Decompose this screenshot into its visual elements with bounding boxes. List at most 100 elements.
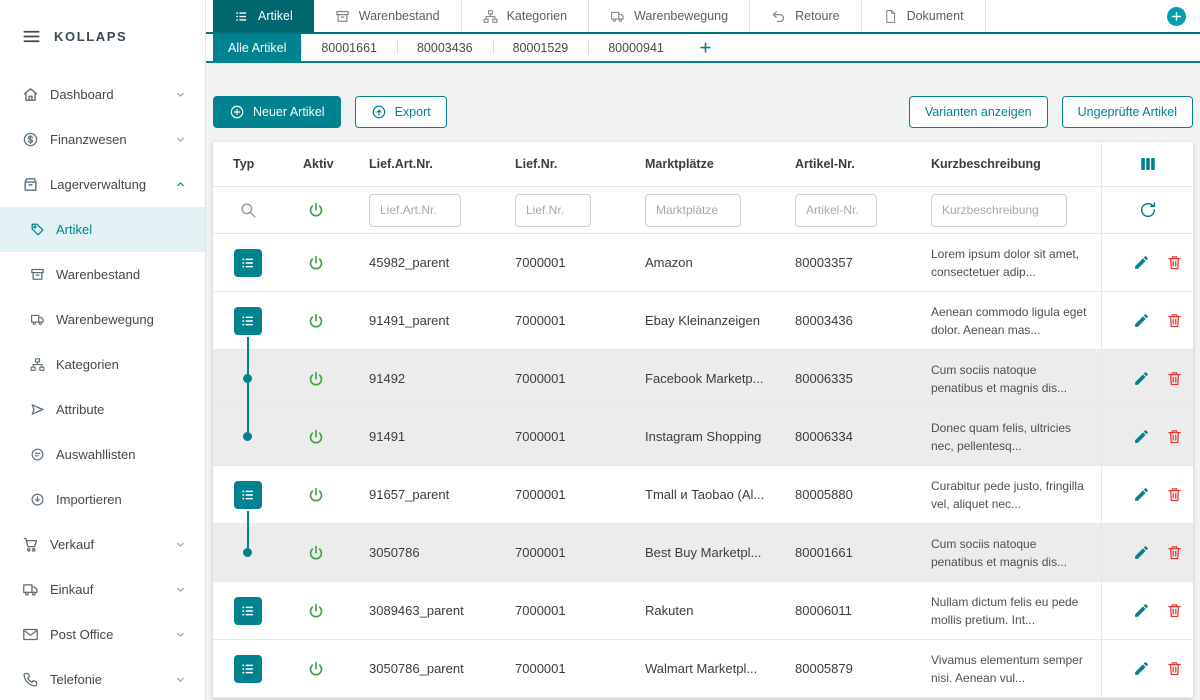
sidebar-item-dashboard[interactable]: Dashboard bbox=[0, 72, 205, 117]
delete-icon[interactable] bbox=[1166, 486, 1183, 503]
sidebar-nav: Dashboard Finanzwesen Lagerverwaltung Ar… bbox=[0, 72, 205, 700]
tab-label: Dokument bbox=[907, 9, 964, 23]
inventory-icon bbox=[335, 9, 350, 24]
edit-icon[interactable] bbox=[1133, 544, 1150, 561]
table-row[interactable]: 3050786 7000001 Best Buy Marketpl... 800… bbox=[213, 524, 1193, 582]
active-status-icon[interactable] bbox=[307, 602, 325, 620]
selection-list-icon bbox=[30, 447, 45, 462]
refresh-icon[interactable] bbox=[1139, 201, 1157, 219]
tab-dokument[interactable]: Dokument bbox=[862, 0, 986, 32]
delete-icon[interactable] bbox=[1166, 254, 1183, 271]
table-row[interactable]: 3050786_parent 7000001 Walmart Marketpl.… bbox=[213, 640, 1193, 698]
table-row[interactable]: 3089463_parent 7000001 Rakuten 80006011 … bbox=[213, 582, 1193, 640]
edit-icon[interactable] bbox=[1133, 312, 1150, 329]
sidebar-item-warenbewegung[interactable]: Warenbewegung bbox=[0, 297, 205, 342]
artikel-nr-value: 80006011 bbox=[775, 603, 911, 618]
tab-kategorien[interactable]: Kategorien bbox=[462, 0, 589, 32]
sidebar-item-label: Warenbewegung bbox=[56, 312, 154, 327]
delete-icon[interactable] bbox=[1166, 370, 1183, 387]
subtab-alle-artikel[interactable]: Alle Artikel bbox=[213, 34, 301, 61]
chevron-up-icon bbox=[174, 178, 187, 191]
sidebar-item-finanzwesen[interactable]: Finanzwesen bbox=[0, 117, 205, 162]
sidebar-item-kategorien[interactable]: Kategorien bbox=[0, 342, 205, 387]
edit-icon[interactable] bbox=[1133, 428, 1150, 445]
active-status-icon[interactable] bbox=[307, 486, 325, 504]
edit-icon[interactable] bbox=[1133, 254, 1150, 271]
varianten-anzeigen-button[interactable]: Varianten anzeigen bbox=[909, 96, 1048, 128]
delete-icon[interactable] bbox=[1166, 602, 1183, 619]
column-header-lief-nr: Lief.Nr. bbox=[495, 157, 625, 171]
add-tab-button[interactable] bbox=[1167, 7, 1186, 26]
export-button[interactable]: Export bbox=[355, 96, 447, 128]
table-row[interactable]: 91491_parent 7000001 Ebay Kleinanzeigen … bbox=[213, 292, 1193, 350]
button-label: Export bbox=[395, 105, 431, 119]
filter-artikel-nr-input[interactable] bbox=[795, 194, 877, 227]
filter-aktiv-cell bbox=[283, 201, 349, 219]
columns-settings-icon[interactable] bbox=[1139, 155, 1157, 173]
sidebar-item-lagerverwaltung[interactable]: Lagerverwaltung bbox=[0, 162, 205, 207]
menu-icon[interactable] bbox=[22, 27, 41, 46]
sidebar-item-warenbestand[interactable]: Warenbestand bbox=[0, 252, 205, 297]
active-filter-icon[interactable] bbox=[307, 201, 325, 219]
add-article-tab-icon[interactable] bbox=[698, 40, 713, 55]
sidebar-item-attribute[interactable]: Attribute bbox=[0, 387, 205, 432]
row-actions bbox=[1101, 582, 1193, 639]
lief-nr-value: 7000001 bbox=[495, 661, 625, 676]
table-row[interactable]: 91491 7000001 Instagram Shopping 8000633… bbox=[213, 408, 1193, 466]
filter-kurzbeschreibung-input[interactable] bbox=[931, 194, 1067, 227]
tab-retoure[interactable]: Retoure bbox=[750, 0, 861, 32]
variant-list-icon[interactable] bbox=[234, 597, 262, 625]
tag-icon bbox=[30, 222, 45, 237]
row-typ-cell bbox=[213, 292, 283, 349]
column-header-kurzbeschreibung: Kurzbeschreibung bbox=[911, 157, 1101, 171]
sidebar-item-post-office[interactable]: Post Office bbox=[0, 612, 205, 657]
variant-list-icon[interactable] bbox=[234, 307, 262, 335]
variant-list-icon[interactable] bbox=[234, 481, 262, 509]
variant-list-icon[interactable] bbox=[234, 249, 262, 277]
tree-connector-line bbox=[247, 511, 249, 525]
row-actions bbox=[1101, 408, 1193, 465]
subtab-article[interactable]: 80001661 bbox=[301, 34, 397, 61]
sidebar-item-auswahllisten[interactable]: Auswahllisten bbox=[0, 432, 205, 477]
filter-lief-art-nr-input[interactable] bbox=[369, 194, 461, 227]
table-row[interactable]: 45982_parent 7000001 Amazon 80003357 Lor… bbox=[213, 234, 1193, 292]
table-row[interactable]: 91492 7000001 Facebook Marketp... 800063… bbox=[213, 350, 1193, 408]
sidebar-item-einkauf[interactable]: Einkauf bbox=[0, 567, 205, 612]
ungepruefte-artikel-button[interactable]: Ungeprüfte Artikel bbox=[1062, 96, 1193, 128]
tab-warenbewegung[interactable]: Warenbewegung bbox=[589, 0, 750, 32]
neuer-artikel-button[interactable]: Neuer Artikel bbox=[213, 96, 341, 128]
sidebar-item-label: Attribute bbox=[56, 402, 104, 417]
tab-warenbestand[interactable]: Warenbestand bbox=[314, 0, 462, 32]
variant-list-icon[interactable] bbox=[234, 655, 262, 683]
sidebar-item-importieren[interactable]: Importieren bbox=[0, 477, 205, 522]
table-row[interactable]: 91657_parent 7000001 Tmall и Taobao (Al.… bbox=[213, 466, 1193, 524]
kurzbeschreibung-value: Donec quam felis, ultricies nec, pellent… bbox=[911, 419, 1101, 455]
active-status-icon[interactable] bbox=[307, 428, 325, 446]
sidebar-item-artikel[interactable]: Artikel bbox=[0, 207, 205, 252]
delete-icon[interactable] bbox=[1166, 544, 1183, 561]
subtab-article[interactable]: 80003436 bbox=[397, 34, 493, 61]
row-typ-cell bbox=[213, 524, 283, 581]
delete-icon[interactable] bbox=[1166, 428, 1183, 445]
delete-icon[interactable] bbox=[1166, 660, 1183, 677]
filter-marktplaetze-input[interactable] bbox=[645, 194, 741, 227]
edit-icon[interactable] bbox=[1133, 602, 1150, 619]
subtab-article[interactable]: 80000941 bbox=[588, 34, 684, 61]
edit-icon[interactable] bbox=[1133, 660, 1150, 677]
edit-icon[interactable] bbox=[1133, 370, 1150, 387]
subtab-article[interactable]: 80001529 bbox=[493, 34, 589, 61]
active-status-icon[interactable] bbox=[307, 254, 325, 272]
sidebar-item-verkauf[interactable]: Verkauf bbox=[0, 522, 205, 567]
filter-lief-nr-input[interactable] bbox=[515, 194, 591, 227]
active-status-icon[interactable] bbox=[307, 312, 325, 330]
sidebar-item-label: Einkauf bbox=[50, 582, 93, 597]
marktplatz-value: Best Buy Marketpl... bbox=[625, 545, 775, 560]
article-tab-bar: Alle Artikel 80001661 80003436 80001529 … bbox=[206, 34, 1200, 63]
active-status-icon[interactable] bbox=[307, 370, 325, 388]
active-status-icon[interactable] bbox=[307, 660, 325, 678]
edit-icon[interactable] bbox=[1133, 486, 1150, 503]
active-status-icon[interactable] bbox=[307, 544, 325, 562]
sidebar-item-telefonie[interactable]: Telefonie bbox=[0, 657, 205, 700]
tab-artikel[interactable]: Artikel bbox=[213, 0, 314, 32]
delete-icon[interactable] bbox=[1166, 312, 1183, 329]
